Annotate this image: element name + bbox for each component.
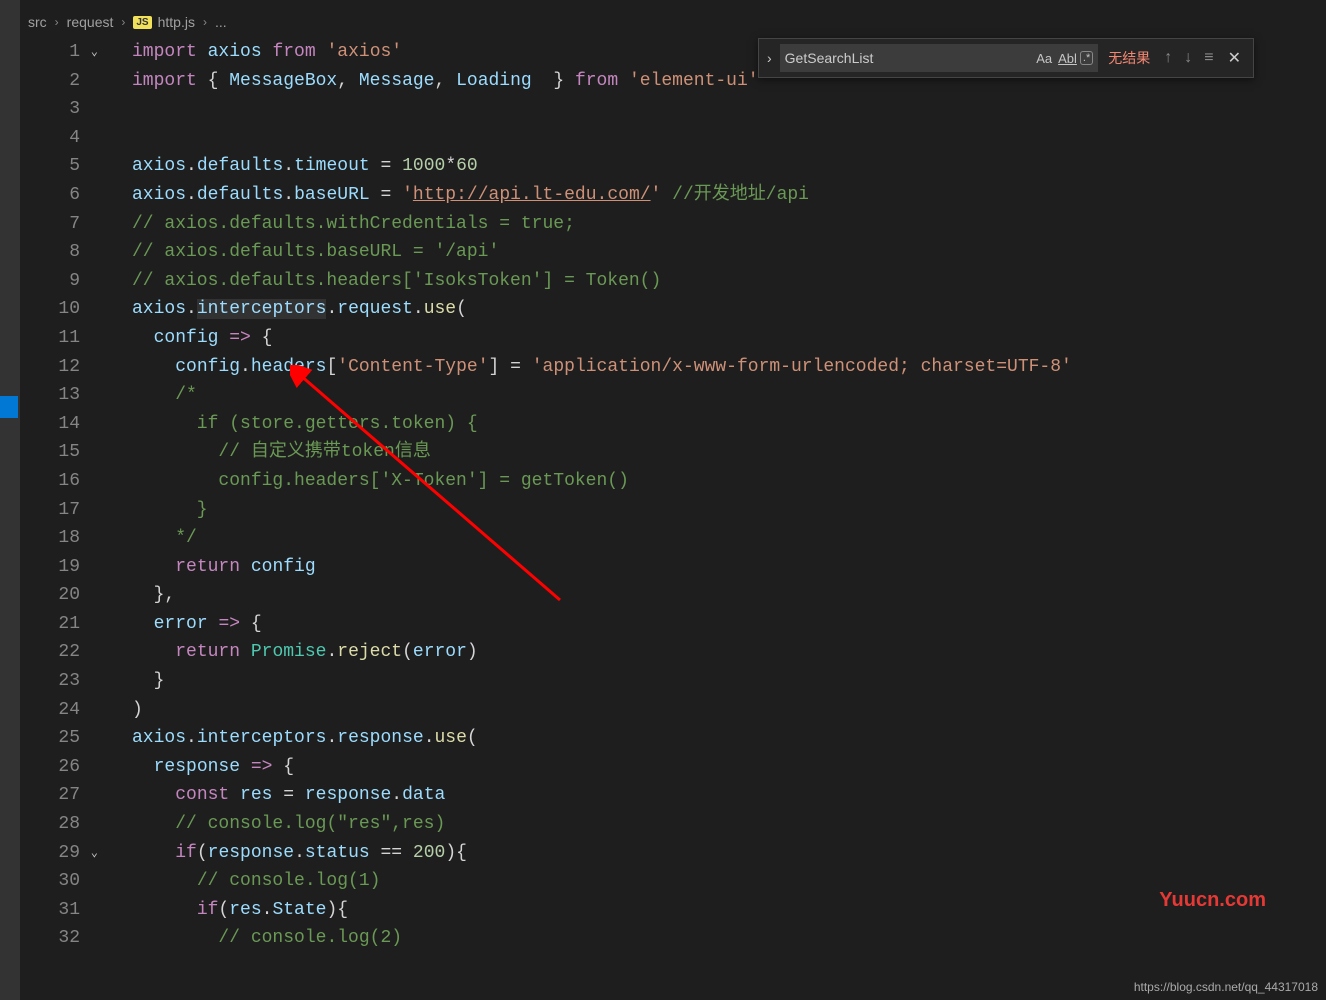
line-number: 8 — [20, 238, 110, 267]
line-number: 3 — [20, 95, 110, 124]
code-line[interactable]: if(response.status == 200){ — [132, 839, 1326, 868]
line-number: 19 — [20, 553, 110, 582]
code-line[interactable]: // 自定义携带token信息 — [132, 438, 1326, 467]
line-number: 14 — [20, 410, 110, 439]
line-number: 29⌄ — [20, 839, 110, 868]
code-line[interactable]: // axios.defaults.headers['IsoksToken'] … — [132, 267, 1326, 296]
code-line[interactable]: if(res.State){ — [132, 896, 1326, 925]
code-line[interactable]: } — [132, 496, 1326, 525]
chevron-right-icon: › — [53, 15, 61, 29]
line-number: 16 — [20, 467, 110, 496]
find-widget[interactable]: › Aa Abl .* 无结果 ↑ ↓ ≡ ✕ — [758, 38, 1254, 78]
js-file-icon: JS — [133, 16, 151, 29]
fold-icon[interactable]: ⌄ — [84, 38, 98, 67]
match-word-icon[interactable]: Abl — [1055, 49, 1080, 68]
line-number: 21 — [20, 610, 110, 639]
line-number: 31 — [20, 896, 110, 925]
line-number: 22 — [20, 638, 110, 667]
breadcrumb-seg[interactable]: src — [28, 14, 47, 30]
code-line[interactable]: ) — [132, 696, 1326, 725]
code-line[interactable]: config.headers['X-Token'] = getToken() — [132, 467, 1326, 496]
activity-bar — [0, 0, 20, 1000]
code-line[interactable]: response => { — [132, 753, 1326, 782]
code-line[interactable]: */ — [132, 524, 1326, 553]
code-line[interactable]: // console.log(2) — [132, 924, 1326, 953]
fold-icon[interactable]: ⌄ — [84, 839, 98, 868]
line-number: 2 — [20, 67, 110, 96]
code-line[interactable]: config.headers['Content-Type'] = 'applic… — [132, 353, 1326, 382]
toggle-replace-icon[interactable]: › — [763, 44, 776, 72]
code-line[interactable]: // console.log("res",res) — [132, 810, 1326, 839]
chevron-right-icon: › — [201, 15, 209, 29]
breadcrumb-tail[interactable]: ... — [215, 14, 227, 30]
breadcrumb-seg[interactable]: request — [67, 14, 114, 30]
find-close-icon[interactable]: ✕ — [1222, 46, 1247, 70]
line-number: 9 — [20, 267, 110, 296]
find-input[interactable] — [785, 50, 1034, 66]
line-number: 6 — [20, 181, 110, 210]
line-number: 23 — [20, 667, 110, 696]
line-number: 30 — [20, 867, 110, 896]
line-number: 1⌄ — [20, 38, 110, 67]
line-number: 10 — [20, 295, 110, 324]
activity-marker — [0, 396, 18, 418]
code-line[interactable]: return config — [132, 553, 1326, 582]
code-line[interactable]: config => { — [132, 324, 1326, 353]
code-line[interactable]: axios.defaults.timeout = 1000*60 — [132, 152, 1326, 181]
chevron-right-icon: › — [119, 15, 127, 29]
line-number: 24 — [20, 696, 110, 725]
footer-url: https://blog.csdn.net/qq_44317018 — [1134, 980, 1318, 994]
code-line[interactable]: axios.defaults.baseURL = 'http://api.lt-… — [132, 181, 1326, 210]
match-case-icon[interactable]: Aa — [1033, 49, 1055, 68]
line-number: 11 — [20, 324, 110, 353]
line-number: 27 — [20, 781, 110, 810]
code-line[interactable]: }, — [132, 581, 1326, 610]
find-input-container[interactable]: Aa Abl .* — [780, 44, 1099, 72]
code-line[interactable]: error => { — [132, 610, 1326, 639]
line-number: 25 — [20, 724, 110, 753]
line-number: 15 — [20, 438, 110, 467]
code-line[interactable]: const res = response.data — [132, 781, 1326, 810]
line-number: 4 — [20, 124, 110, 153]
code-line[interactable]: // axios.defaults.baseURL = '/api' — [132, 238, 1326, 267]
code-line[interactable]: if (store.getters.token) { — [132, 410, 1326, 439]
line-number: 28 — [20, 810, 110, 839]
find-prev-icon[interactable]: ↑ — [1160, 47, 1176, 69]
code-line[interactable] — [132, 124, 1326, 153]
code-line[interactable] — [132, 95, 1326, 124]
breadcrumb-file[interactable]: http.js — [158, 14, 195, 30]
code-line[interactable]: return Promise.reject(error) — [132, 638, 1326, 667]
line-number: 20 — [20, 581, 110, 610]
code-line[interactable]: // axios.defaults.withCredentials = true… — [132, 210, 1326, 239]
watermark-text: Yuucn.com — [1159, 889, 1266, 912]
line-number: 5 — [20, 152, 110, 181]
line-number: 26 — [20, 753, 110, 782]
line-number: 17 — [20, 496, 110, 525]
code-line[interactable]: axios.interceptors.response.use( — [132, 724, 1326, 753]
line-number: 32 — [20, 924, 110, 953]
regex-icon[interactable]: .* — [1080, 51, 1093, 65]
find-selection-icon[interactable]: ≡ — [1200, 47, 1217, 69]
line-number: 18 — [20, 524, 110, 553]
line-gutter: 1⌄23456789101112131415161718192021222324… — [20, 38, 110, 953]
line-number: 13 — [20, 381, 110, 410]
code-line[interactable]: } — [132, 667, 1326, 696]
editor-area[interactable]: 1⌄23456789101112131415161718192021222324… — [20, 38, 1326, 1000]
breadcrumb[interactable]: src › request › JS http.js › ... — [28, 8, 227, 36]
code-line[interactable]: // console.log(1) — [132, 867, 1326, 896]
line-number: 7 — [20, 210, 110, 239]
code-line[interactable]: /* — [132, 381, 1326, 410]
code-content[interactable]: import axios from 'axios'import { Messag… — [132, 38, 1326, 953]
code-line[interactable]: axios.interceptors.request.use( — [132, 295, 1326, 324]
find-next-icon[interactable]: ↓ — [1180, 47, 1196, 69]
find-result-text: 无结果 — [1102, 48, 1156, 68]
line-number: 12 — [20, 353, 110, 382]
